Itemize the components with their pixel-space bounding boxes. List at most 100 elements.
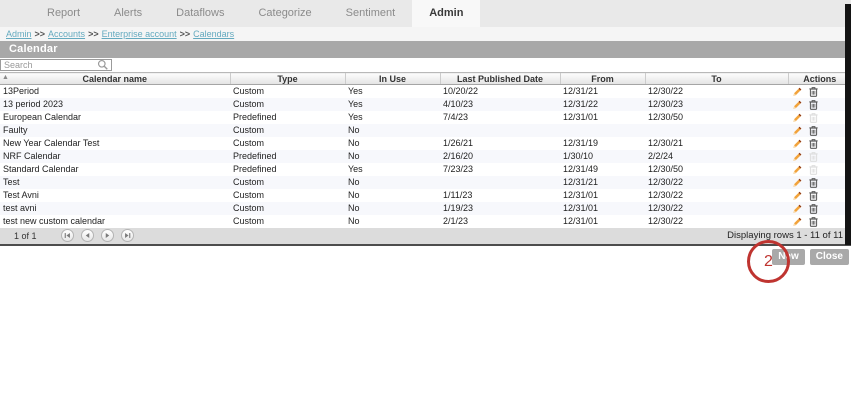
table-row[interactable]: 13Period Custom Yes 10/20/22 12/31/21 12… xyxy=(0,85,851,98)
delete-trash-icon[interactable] xyxy=(808,216,819,227)
cell-calendar-name: Faulty xyxy=(3,125,28,135)
column-header-calendar-name[interactable]: ▲ Calendar name xyxy=(0,72,230,85)
first-page-button[interactable] xyxy=(60,229,74,242)
cell-to: 12/30/23 xyxy=(648,99,684,109)
column-header-type[interactable]: Type xyxy=(229,72,345,85)
edit-pencil-icon[interactable] xyxy=(792,138,803,149)
edit-pencil-icon[interactable] xyxy=(792,125,803,136)
edit-pencil-icon[interactable] xyxy=(792,216,803,227)
breadcrumb-link-admin[interactable]: Admin xyxy=(6,29,32,39)
cell-type: Predefined xyxy=(233,151,277,161)
tab-sentiment[interactable]: Sentiment xyxy=(329,0,413,27)
breadcrumb-link-enterprise-account[interactable]: Enterprise account xyxy=(102,29,177,39)
cell-actions xyxy=(788,85,851,98)
cell-type: Custom xyxy=(233,216,265,226)
table-row[interactable]: test new custom calendar Custom No 2/1/2… xyxy=(0,215,851,228)
tab-dataflows[interactable]: Dataflows xyxy=(159,0,241,27)
delete-trash-icon[interactable] xyxy=(808,86,819,97)
cell-from: 12/31/01 xyxy=(563,190,599,200)
page-indicator: 1 of 1 xyxy=(14,230,37,241)
delete-trash-icon[interactable] xyxy=(808,151,819,162)
delete-trash-icon[interactable] xyxy=(808,203,819,214)
previous-page-button[interactable] xyxy=(80,229,94,242)
breadcrumb-link-calendars[interactable]: Calendars xyxy=(193,29,234,39)
table-row[interactable]: NRF Calendar Predefined No 2/16/20 1/30/… xyxy=(0,149,851,163)
tab-alerts[interactable]: Alerts xyxy=(97,0,159,27)
tab-categorize[interactable]: Categorize xyxy=(241,0,328,27)
edit-pencil-icon[interactable] xyxy=(792,112,803,123)
cell-in-use: No xyxy=(348,177,360,187)
cell-calendar-name: New Year Calendar Test xyxy=(3,138,100,148)
column-header-to[interactable]: To xyxy=(644,72,788,85)
cell-in-use: Yes xyxy=(348,86,363,97)
table-row[interactable]: 13 period 2023 Custom Yes 4/10/23 12/31/… xyxy=(0,97,851,111)
column-header-from[interactable]: From xyxy=(559,72,645,85)
table-row[interactable]: Faulty Custom No xyxy=(0,123,851,137)
cell-calendar-name: test avni xyxy=(3,203,37,213)
cell-type: Custom xyxy=(233,125,265,135)
delete-trash-icon[interactable] xyxy=(808,112,819,123)
edit-pencil-icon[interactable] xyxy=(792,177,803,188)
footer-button-row: New Close xyxy=(0,246,851,265)
tab-admin[interactable]: Admin xyxy=(412,0,481,27)
delete-trash-icon[interactable] xyxy=(808,125,819,136)
cell-in-use: No xyxy=(348,138,360,148)
cell-actions xyxy=(788,124,851,137)
delete-trash-icon[interactable] xyxy=(808,99,819,110)
delete-trash-icon[interactable] xyxy=(808,190,819,201)
sort-ascending-icon: ▲ xyxy=(2,74,9,81)
delete-trash-icon[interactable] xyxy=(808,177,819,188)
close-button[interactable]: Close xyxy=(809,248,849,265)
cell-from: 1/30/10 xyxy=(563,151,594,161)
cell-from: 12/31/01 xyxy=(563,112,599,122)
top-tab-bar: Report Alerts Dataflows Categorize Senti… xyxy=(0,0,851,27)
table-row[interactable]: test avni Custom No 1/19/23 12/31/01 12/… xyxy=(0,201,851,215)
cell-from: 12/31/01 xyxy=(563,216,599,226)
right-edge-strip xyxy=(845,4,851,245)
tab-report[interactable]: Report xyxy=(30,0,97,27)
column-header-last-published-date[interactable]: Last Published Date xyxy=(439,72,560,85)
edit-pencil-icon[interactable] xyxy=(792,164,803,175)
edit-pencil-icon[interactable] xyxy=(792,99,803,110)
search-row xyxy=(0,58,851,72)
cell-from: 12/31/19 xyxy=(563,138,599,148)
cell-to: 12/30/22 xyxy=(648,177,684,187)
cell-in-use: Yes xyxy=(348,112,363,122)
cell-from: 12/31/21 xyxy=(563,177,599,187)
cell-to: 12/30/22 xyxy=(648,203,684,213)
pagination-bar: 1 of 1 Displaying rows 1 - 11 of 11 xyxy=(0,227,851,246)
cell-last-published-date: 2/1/23 xyxy=(443,216,469,226)
cell-last-published-date: 7/4/23 xyxy=(443,112,469,122)
table-row[interactable]: New Year Calendar Test Custom No 1/26/21… xyxy=(0,137,851,150)
breadcrumb-link-accounts[interactable]: Accounts xyxy=(48,29,85,39)
table-row[interactable]: European Calendar Predefined Yes 7/4/23 … xyxy=(0,111,851,124)
search-icon[interactable] xyxy=(97,59,109,71)
delete-trash-icon[interactable] xyxy=(808,138,819,149)
calendar-table-body: 13Period Custom Yes 10/20/22 12/31/21 12… xyxy=(0,85,851,228)
edit-pencil-icon[interactable] xyxy=(792,190,803,201)
cell-actions xyxy=(788,215,851,228)
table-row[interactable]: Test Custom No 12/31/21 12/30/22 xyxy=(0,175,851,189)
cell-type: Custom xyxy=(233,99,265,109)
column-header-in-use[interactable]: In Use xyxy=(344,72,440,85)
edit-pencil-icon[interactable] xyxy=(792,151,803,162)
table-row[interactable]: Test Avni Custom No 1/11/23 12/31/01 12/… xyxy=(0,189,851,202)
cell-to: 12/30/50 xyxy=(648,112,684,122)
annotation-circle-2: 2 xyxy=(747,240,790,283)
cell-calendar-name: European Calendar xyxy=(3,112,82,122)
cell-last-published-date: 1/19/23 xyxy=(443,203,474,213)
search-input[interactable] xyxy=(0,59,112,71)
cell-from: 12/31/21 xyxy=(563,86,599,97)
edit-pencil-icon[interactable] xyxy=(792,203,803,214)
edit-pencil-icon[interactable] xyxy=(792,86,803,97)
delete-trash-icon[interactable] xyxy=(808,164,819,175)
cell-last-published-date: 1/11/23 xyxy=(443,190,473,200)
last-page-button[interactable] xyxy=(120,229,134,242)
cell-to: 12/30/22 xyxy=(648,86,684,97)
cell-calendar-name: test new custom calendar xyxy=(3,216,106,226)
next-page-button[interactable] xyxy=(100,229,114,242)
table-row[interactable]: Standard Calendar Predefined Yes 7/23/23… xyxy=(0,163,851,176)
cell-type: Custom xyxy=(233,190,265,200)
table-header-row: ▲ Calendar name Type In Use Last Publish… xyxy=(0,72,851,85)
cell-calendar-name: Test Avni xyxy=(3,190,39,200)
